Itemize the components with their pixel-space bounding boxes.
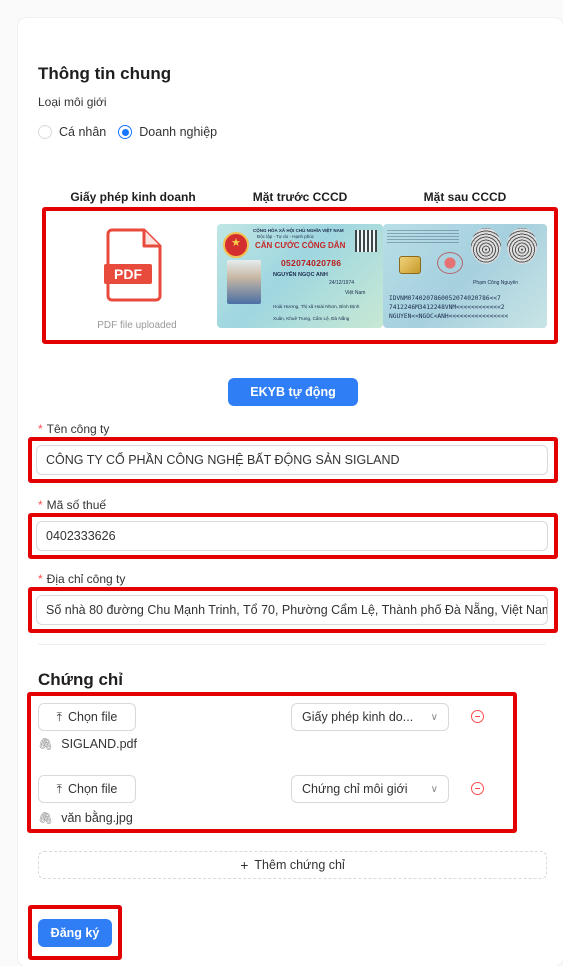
- section-divider: [38, 644, 546, 645]
- header-id-front: Mặt trước CCCD: [252, 190, 348, 204]
- radio-business-label: Doanh nghiệp: [139, 125, 218, 139]
- plus-icon: +: [240, 857, 249, 873]
- radio-individual[interactable]: Cá nhân: [38, 125, 106, 139]
- radio-dot-icon: [38, 125, 52, 139]
- required-mark: *: [38, 572, 43, 586]
- highlight-tax-code: [28, 513, 558, 559]
- required-mark: *: [38, 422, 43, 436]
- highlight-documents: [42, 207, 558, 344]
- highlight-company-address: [28, 587, 558, 633]
- header-business-license: Giấy phép kinh doanh: [70, 190, 196, 204]
- tax-code-label: * Mã số thuế: [38, 498, 106, 512]
- required-mark: *: [38, 498, 43, 512]
- company-name-label-text: Tên công ty: [46, 422, 110, 436]
- company-address-label: * Địa chỉ công ty: [38, 572, 125, 586]
- radio-dot-checked-icon: [118, 125, 133, 139]
- ekyb-auto-button[interactable]: EKYB tự động: [228, 378, 358, 406]
- broker-type-label: Loại môi giới: [38, 95, 107, 109]
- add-certificate-button[interactable]: + Thêm chứng chỉ: [38, 851, 547, 879]
- broker-type-radio-group: Cá nhân Doanh nghiệp: [38, 124, 229, 140]
- radio-business[interactable]: Doanh nghiệp: [118, 125, 217, 139]
- tax-code-label-text: Mã số thuế: [46, 498, 107, 512]
- company-address-label-text: Địa chỉ công ty: [46, 572, 126, 586]
- highlight-certificates: [27, 692, 517, 833]
- section-title-certificates: Chứng chỉ: [38, 670, 124, 689]
- highlight-register-button: [28, 905, 122, 960]
- company-name-label: * Tên công ty: [38, 422, 109, 436]
- header-id-back: Mặt sau CCCD: [423, 190, 507, 204]
- highlight-company-name: [28, 437, 558, 483]
- radio-individual-label: Cá nhân: [59, 125, 107, 139]
- add-certificate-label: Thêm chứng chỉ: [254, 858, 345, 872]
- section-title-general: Thông tin chung: [38, 64, 172, 83]
